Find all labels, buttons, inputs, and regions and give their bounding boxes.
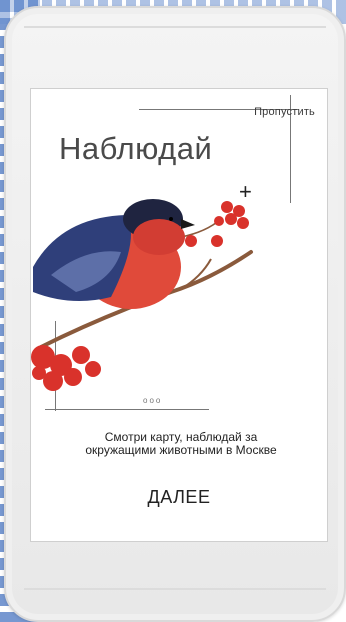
next-button[interactable]: ДАЛЕЕ [31,487,327,508]
pager-dots: ooo [143,396,163,405]
bird-eye [169,217,173,221]
bullfinch-illustration [31,199,253,391]
bird-cheek [133,219,185,255]
page-title: Наблюдай [59,131,213,166]
berry-cluster-bottom [31,345,101,391]
bird-beak [181,219,195,229]
skip-link[interactable]: Пропустить [254,106,315,118]
onboarding-screen: Пропустить Наблюдай + ooo Смотри карту, … [30,88,328,542]
phone-bottom-line [24,588,326,590]
description-text: Смотри карту, наблюдай за окружащими жив… [85,430,277,457]
phone-top-line [24,26,326,28]
berry-cluster-top [185,201,249,247]
